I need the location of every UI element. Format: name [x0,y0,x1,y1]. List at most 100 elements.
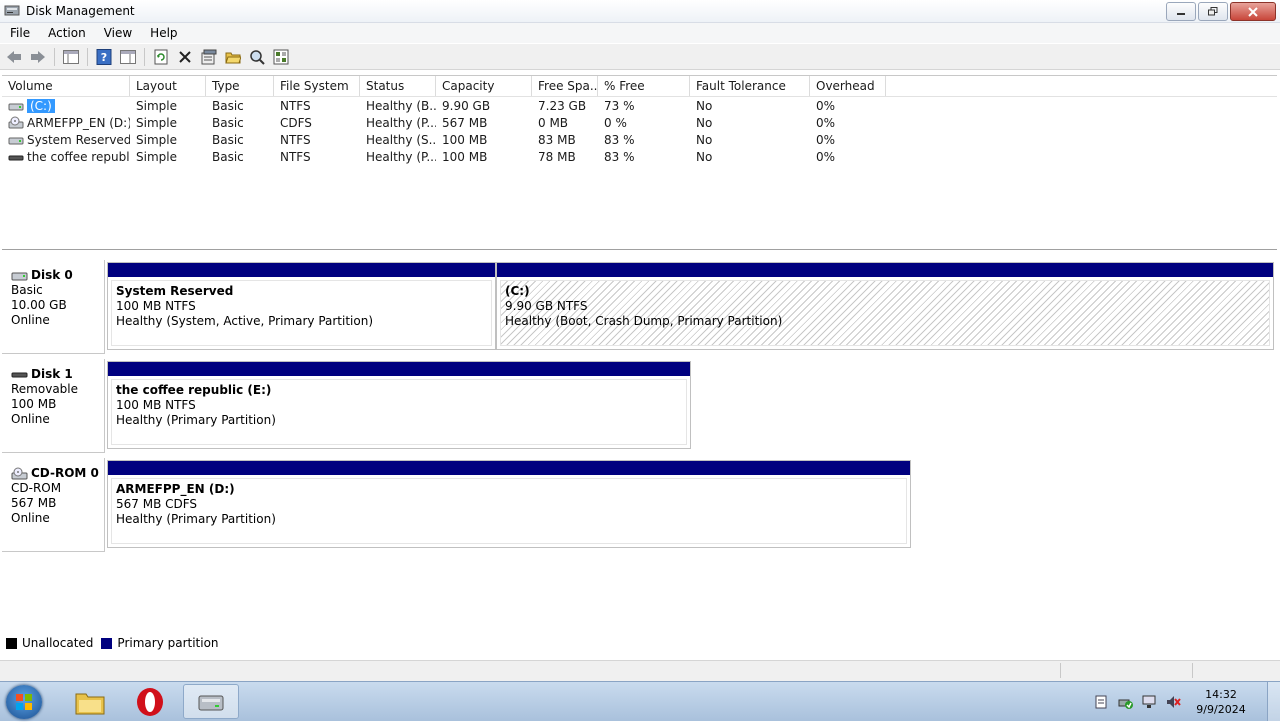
status-bar-divider [1192,663,1193,678]
disk-1-label[interactable]: Disk 1 Removable 100 MB Online [2,359,105,453]
refresh-button[interactable] [151,47,171,67]
settings-button[interactable] [271,47,291,67]
volume-name: System Reserved [27,132,130,147]
disk-type: Basic [11,283,43,297]
volume-overhead: 0% [816,149,836,164]
taskbar-opera[interactable] [122,684,178,719]
forward-icon [31,50,45,63]
back-button[interactable] [4,47,24,67]
partition-e[interactable]: the coffee republic (E:) 100 MB NTFS Hea… [107,361,691,449]
clock-date: 9/9/2024 [1196,702,1246,716]
toolbar-separator [54,47,55,66]
disk-name: Disk 1 [31,367,73,381]
removable-drive-icon [8,155,24,160]
action-center-icon[interactable] [1093,694,1109,710]
disk-name: Disk 0 [31,268,73,282]
disk-state: Online [11,313,50,327]
safe-remove-hardware-icon[interactable] [1117,694,1133,710]
volume-percent-free: 83 % [604,132,635,147]
back-icon [7,50,21,63]
volume-fault-tolerance: No [696,132,713,147]
taskbar-explorer[interactable] [62,684,118,719]
minimize-button[interactable] [1166,2,1196,21]
volume-status: Healthy (B... [366,98,436,113]
taskbar-disk-management[interactable] [183,684,239,719]
network-icon[interactable] [1141,694,1157,710]
delete-button[interactable] [175,47,195,67]
disk-0-label[interactable]: Disk 0 Basic 10.00 GB Online [2,260,105,354]
volume-percent-free: 83 % [604,149,635,164]
partition-name: System Reserved [116,284,234,298]
properties-icon [201,49,217,64]
column-header-percent-free[interactable]: % Free [598,76,690,96]
help-button[interactable]: ? [94,47,114,67]
volume-overhead: 0% [816,115,836,130]
partition-name: the coffee republic (E:) [116,383,272,397]
partition-c[interactable]: (C:) 9.90 GB NTFS Healthy (Boot, Crash D… [496,262,1274,350]
close-button[interactable] [1230,2,1276,21]
menu-action[interactable]: Action [38,26,94,40]
properties-button[interactable] [199,47,219,67]
opera-icon [137,687,163,716]
disk-management-app-icon [4,5,20,16]
partition-system-reserved[interactable]: System Reserved 100 MB NTFS Healthy (Sys… [107,262,496,350]
column-header-fault-tolerance[interactable]: Fault Tolerance [690,76,810,96]
volume-status: Healthy (S... [366,132,436,147]
volume-row-c[interactable]: (C:) Simple Basic NTFS Healthy (B... 9.9… [2,97,1277,114]
partition-detail: 567 MB CDFS [116,497,198,511]
legend: Unallocated Primary partition [6,636,227,650]
volume-row-d[interactable]: ARMEFPP_EN (D:) Simple Basic CDFS Health… [2,114,1277,131]
column-header-file-system[interactable]: File System [274,76,360,96]
legend-swatch-unallocated [6,637,17,649]
properties-pane-icon [120,49,136,64]
volume-list-header: Volume Layout Type File System Status Ca… [2,76,1277,97]
disk-type: CD-ROM [11,481,62,495]
volume-row-system-reserved[interactable]: System Reserved Simple Basic NTFS Health… [2,131,1277,148]
cd-drive-icon [8,116,24,128]
volume-fault-tolerance: No [696,149,713,164]
console-tree-icon [63,49,79,64]
disk-size: 567 MB [11,496,57,510]
show-desktop-button[interactable] [1267,682,1280,721]
column-header-layout[interactable]: Layout [130,76,206,96]
hard-drive-icon [8,137,24,144]
column-header-capacity[interactable]: Capacity [436,76,532,96]
cdrom-0-label[interactable]: CD-ROM 0 CD-ROM 567 MB Online [2,458,105,552]
clock[interactable]: 14:32 9/9/2024 [1189,687,1253,717]
taskbar: 14:32 9/9/2024 [0,681,1280,721]
legend-swatch-primary [101,637,113,649]
open-button[interactable] [223,47,243,67]
forward-button[interactable] [28,47,48,67]
menu-file[interactable]: File [0,26,38,40]
show-hide-console-tree-button[interactable] [61,47,81,67]
partition-bar [108,362,690,376]
column-header-status[interactable]: Status [360,76,436,96]
volume-capacity: 567 MB [442,115,488,130]
start-button[interactable] [6,685,42,719]
menu-help[interactable]: Help [140,26,185,40]
show-hide-action-pane-button[interactable] [118,47,138,67]
volume-layout: Simple [136,132,177,147]
volume-status: Healthy (P... [366,149,436,164]
column-header-free-space[interactable]: Free Spa... [532,76,598,96]
partition-d[interactable]: ARMEFPP_EN (D:) 567 MB CDFS Healthy (Pri… [107,460,911,548]
disk-size: 10.00 GB [11,298,67,312]
partition-status: Healthy (Primary Partition) [116,413,276,427]
partition-detail: 9.90 GB NTFS [505,299,588,313]
column-header-volume[interactable]: Volume [2,76,130,96]
volume-muted-icon[interactable] [1165,694,1181,710]
column-header-overhead[interactable]: Overhead [810,76,886,96]
window-title: Disk Management [26,4,135,18]
restore-button[interactable] [1198,2,1228,21]
toolbar-separator [87,47,88,66]
menu-view[interactable]: View [94,26,140,40]
partition-detail: 100 MB NTFS [116,398,196,412]
volume-row-e[interactable]: the coffee republi... Simple Basic NTFS … [2,148,1277,165]
rescan-disks-button[interactable] [247,47,267,67]
volume-type: Basic [212,132,244,147]
volume-file-system: NTFS [280,132,311,147]
column-header-type[interactable]: Type [206,76,274,96]
close-icon [1248,6,1258,17]
volume-type: Basic [212,149,244,164]
delete-icon [179,50,191,63]
